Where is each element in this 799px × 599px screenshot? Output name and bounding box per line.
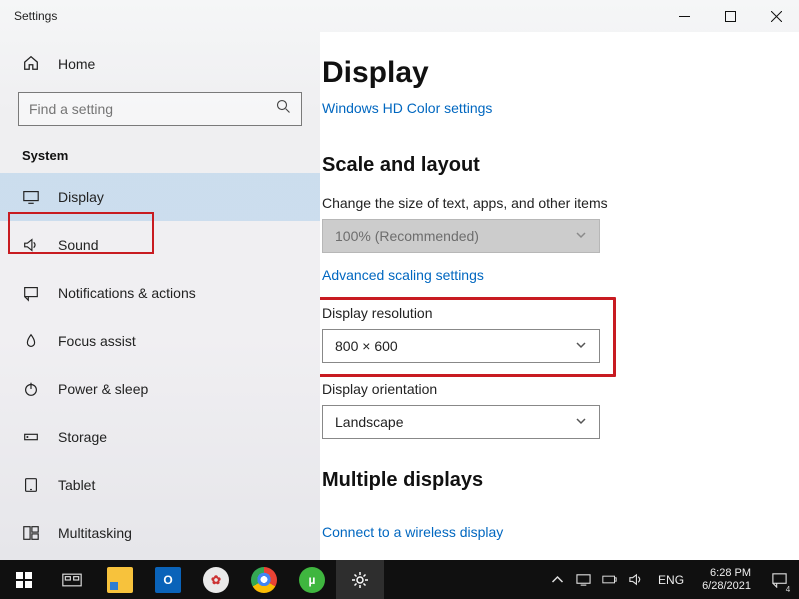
home-label: Home <box>58 56 95 72</box>
search-input[interactable] <box>29 101 276 117</box>
sidebar-item-notifications[interactable]: Notifications & actions <box>0 269 320 317</box>
taskbar-app-file-explorer[interactable] <box>96 560 144 599</box>
notifications-icon <box>22 284 40 302</box>
start-button[interactable] <box>0 560 48 599</box>
sidebar: Home System Display Sound <box>0 32 320 560</box>
tray-chevron-up-icon[interactable] <box>548 571 566 589</box>
search-icon <box>276 99 291 119</box>
wireless-display-link[interactable]: Connect to a wireless display <box>322 524 503 540</box>
power-icon <box>22 380 40 398</box>
window-controls <box>661 0 799 32</box>
maximize-button[interactable] <box>707 0 753 32</box>
sidebar-item-power-sleep[interactable]: Power & sleep <box>0 365 320 413</box>
sidebar-item-sound[interactable]: Sound <box>0 221 320 269</box>
sidebar-item-focus-assist[interactable]: Focus assist <box>0 317 320 365</box>
home-icon <box>22 54 40 75</box>
sidebar-item-label: Multitasking <box>58 525 132 541</box>
orientation-dropdown-value: Landscape <box>335 414 404 430</box>
resolution-dropdown-value: 800 × 600 <box>335 338 398 354</box>
multitasking-icon <box>22 524 40 542</box>
taskbar-app-outlook[interactable]: O <box>144 560 192 599</box>
settings-window: Settings Home System <box>0 0 799 560</box>
sidebar-item-label: Display <box>58 189 104 205</box>
sidebar-item-storage[interactable]: Storage <box>0 413 320 461</box>
scale-dropdown[interactable]: 100% (Recommended) <box>322 219 600 253</box>
taskbar: O ✿ µ ENG 6:28 PM 6/28/2021 4 <box>0 560 799 599</box>
sidebar-item-label: Focus assist <box>58 333 136 349</box>
sidebar-item-display[interactable]: Display <box>0 173 320 221</box>
taskbar-app-utorrent[interactable]: µ <box>288 560 336 599</box>
home-button[interactable]: Home <box>0 46 320 82</box>
chevron-down-icon <box>575 228 587 244</box>
scale-layout-heading: Scale and layout <box>322 154 799 177</box>
tablet-icon <box>22 476 40 494</box>
orientation-label: Display orientation <box>322 381 799 397</box>
focus-assist-icon <box>22 332 40 350</box>
display-icon <box>22 188 40 206</box>
tray-battery-icon[interactable] <box>600 571 618 589</box>
multiple-displays-heading: Multiple displays <box>322 469 799 492</box>
tray-monitor-icon[interactable] <box>574 571 592 589</box>
minimize-button[interactable] <box>661 0 707 32</box>
notification-badge: 4 <box>783 584 793 594</box>
sound-icon <box>22 236 40 254</box>
taskbar-app-paint[interactable]: ✿ <box>192 560 240 599</box>
chevron-down-icon <box>575 338 587 354</box>
sidebar-item-tablet[interactable]: Tablet <box>0 461 320 509</box>
tray-volume-icon[interactable] <box>626 571 644 589</box>
sidebar-item-multitasking[interactable]: Multitasking <box>0 509 320 557</box>
sidebar-section-label: System <box>22 148 320 163</box>
scale-dropdown-value: 100% (Recommended) <box>335 228 479 244</box>
task-view-button[interactable] <box>48 560 96 599</box>
taskbar-time: 6:28 PM <box>702 567 751 580</box>
orientation-dropdown[interactable]: Landscape <box>322 405 600 439</box>
close-button[interactable] <box>753 0 799 32</box>
sidebar-item-label: Tablet <box>58 477 95 493</box>
main-content: Display Windows HD Color settings Scale … <box>320 32 799 560</box>
taskbar-clock[interactable]: 6:28 PM 6/28/2021 <box>694 567 759 592</box>
storage-icon <box>22 428 40 446</box>
tray-language[interactable]: ENG <box>652 573 690 587</box>
resolution-label: Display resolution <box>322 305 799 321</box>
hd-color-settings-link[interactable]: Windows HD Color settings <box>322 100 492 116</box>
sidebar-item-label: Power & sleep <box>58 381 148 397</box>
window-title: Settings <box>14 9 57 23</box>
system-tray: ENG <box>548 571 694 589</box>
search-box[interactable] <box>18 92 302 126</box>
sidebar-nav: Display Sound Notifications & actions Fo… <box>0 173 320 557</box>
action-center-button[interactable]: 4 <box>759 560 799 599</box>
taskbar-date: 6/28/2021 <box>702 580 751 593</box>
sidebar-item-label: Notifications & actions <box>58 285 196 301</box>
advanced-scaling-link[interactable]: Advanced scaling settings <box>322 267 484 283</box>
scale-label: Change the size of text, apps, and other… <box>322 195 799 211</box>
chevron-down-icon <box>575 414 587 430</box>
resolution-dropdown[interactable]: 800 × 600 <box>322 329 600 363</box>
page-title: Display <box>322 56 799 90</box>
taskbar-app-settings[interactable] <box>336 560 384 599</box>
taskbar-app-chrome[interactable] <box>240 560 288 599</box>
title-bar: Settings <box>0 0 799 32</box>
sidebar-item-label: Storage <box>58 429 107 445</box>
sidebar-item-label: Sound <box>58 237 98 253</box>
